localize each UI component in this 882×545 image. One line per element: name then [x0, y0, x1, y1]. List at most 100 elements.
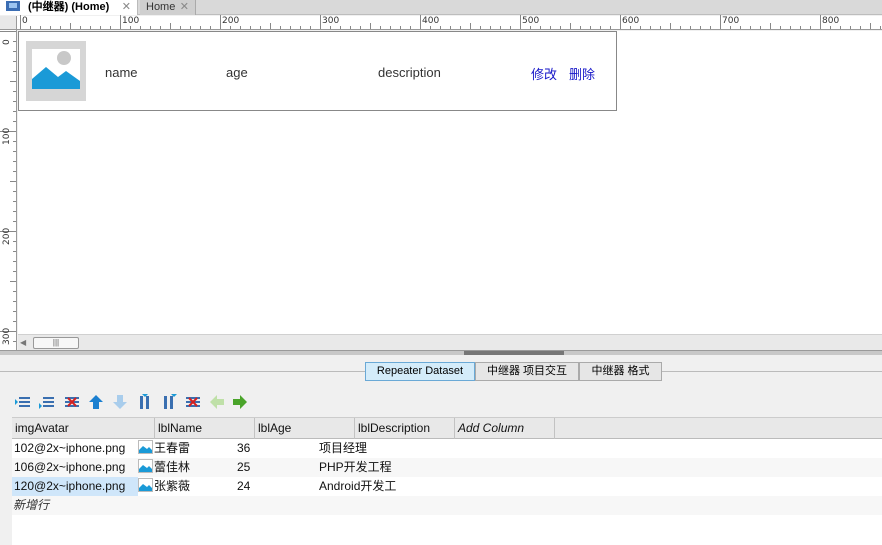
insert-row-icon[interactable] [15, 394, 31, 410]
cell-name[interactable]: 王春雷 [138, 439, 190, 458]
ruler-tick [640, 26, 641, 29]
ruler-tick [270, 23, 271, 29]
ruler-label: 0 [22, 16, 28, 26]
dataset-grid: imgAvatar lblName lblAge lblDescription … [12, 417, 882, 545]
ruler-tick [460, 26, 461, 29]
ruler-tick [370, 23, 371, 29]
ruler-tick [40, 26, 41, 29]
ruler-tick [13, 61, 16, 62]
ruler-tick [70, 23, 71, 29]
repeater-item[interactable]: name age description 修改 删除 [18, 31, 617, 111]
cell-description[interactable]: Android开发工 [319, 477, 396, 496]
delete-link[interactable]: 删除 [569, 64, 595, 83]
ruler-tick [430, 26, 431, 29]
ruler-label: 100 [122, 16, 140, 26]
append-row-icon[interactable] [39, 394, 55, 410]
column-header-lblname[interactable]: lblName [155, 418, 255, 439]
image-icon [138, 440, 153, 454]
tab-repeater-style[interactable]: 中继器 格式 [579, 362, 662, 381]
tab-home[interactable]: Home ✕ [140, 0, 196, 15]
ruler-tick [10, 281, 16, 282]
tab-repeater-home[interactable]: (中继器) (Home) ✕ [0, 0, 138, 15]
ruler-tick [13, 101, 16, 102]
ruler-tick [150, 26, 151, 29]
ruler-tick [13, 151, 16, 152]
move-left-icon[interactable] [209, 394, 225, 410]
label-description: description [378, 65, 441, 80]
ruler-tick [260, 26, 261, 29]
cell-description[interactable]: 项目经理 [319, 439, 367, 458]
ruler-tick [620, 15, 621, 29]
cell-description[interactable]: PHP开发工程 [319, 458, 392, 477]
ruler-tick [13, 111, 16, 112]
ruler-tick [13, 51, 16, 52]
ruler-tick [13, 91, 16, 92]
ruler-tick [250, 26, 251, 29]
tab-repeater-dataset[interactable]: Repeater Dataset [365, 362, 475, 381]
ruler-tick [320, 15, 321, 29]
close-icon[interactable]: ✕ [180, 0, 189, 15]
column-header-lblage[interactable]: lblAge [255, 418, 355, 439]
ruler-tick [50, 26, 51, 29]
move-down-icon[interactable] [112, 394, 128, 410]
ruler-tick [500, 26, 501, 29]
ruler-tick [800, 26, 801, 29]
column-header-imgavatar[interactable]: imgAvatar [12, 418, 155, 439]
cell-img[interactable]: 102@2x~iphone.png [14, 439, 125, 458]
cell-img[interactable]: 106@2x~iphone.png [14, 458, 125, 477]
ruler-tick [570, 23, 571, 29]
ruler-tick [490, 26, 491, 29]
delete-row-icon[interactable] [64, 394, 80, 410]
canvas-horizontal-scrollbar[interactable]: ◀ ||| [18, 334, 882, 350]
ruler-tick [870, 23, 871, 29]
ruler-tick [310, 26, 311, 29]
ruler-tick [13, 321, 16, 322]
ruler-corner [0, 16, 17, 30]
cell-age[interactable]: 36 [237, 439, 250, 458]
ruler-label: 800 [822, 16, 840, 26]
ruler-tick [220, 15, 221, 29]
tab-label: Home [146, 1, 176, 13]
add-column-button[interactable]: Add Column [455, 418, 555, 439]
move-up-icon[interactable] [88, 394, 104, 410]
ruler-label: 100 [2, 127, 12, 145]
ruler-tick [650, 26, 651, 29]
cell-age[interactable]: 24 [237, 477, 250, 496]
insert-column-icon[interactable] [137, 394, 153, 410]
ruler-tick [13, 161, 16, 162]
table-row[interactable]: 120@2x~iphone.png 张紫薇 24 Android开发工 [12, 477, 882, 496]
table-row[interactable]: 106@2x~iphone.png 蕾佳林 25 PHP开发工程 [12, 458, 882, 477]
new-row[interactable]: 新增行 [12, 496, 882, 515]
close-icon[interactable]: ✕ [122, 0, 131, 15]
horizontal-ruler: 0 100 200 300 400 500 600 700 800 [17, 15, 882, 30]
tab-repeater-interaction[interactable]: 中继器 项目交互 [475, 362, 579, 381]
append-column-icon[interactable] [161, 394, 177, 410]
move-right-icon[interactable] [232, 394, 248, 410]
ruler-label: 0 [2, 39, 12, 45]
cell-name[interactable]: 蕾佳林 [138, 458, 190, 477]
ruler-tick [300, 26, 301, 29]
scroll-left-icon[interactable]: ◀ [20, 338, 26, 347]
ruler-tick [13, 41, 16, 42]
avatar-image-placeholder[interactable] [26, 41, 86, 101]
new-row-label[interactable]: 新增行 [13, 496, 49, 515]
ruler-tick [340, 26, 341, 29]
delete-column-icon[interactable] [185, 394, 201, 410]
cell-img-selected[interactable]: 120@2x~iphone.png [12, 477, 138, 496]
table-row[interactable]: 102@2x~iphone.png 王春雷 36 项目经理 [12, 439, 882, 458]
cell-age[interactable]: 25 [237, 458, 250, 477]
scroll-thumb[interactable]: ||| [33, 337, 79, 349]
design-canvas[interactable]: name age description 修改 删除 [18, 31, 882, 334]
ruler-tick [790, 26, 791, 29]
ruler-tick [840, 26, 841, 29]
ruler-tick [470, 23, 471, 29]
ruler-tick [13, 241, 16, 242]
ruler-tick [360, 26, 361, 29]
column-header-lbldescription[interactable]: lblDescription [355, 418, 455, 439]
document-tab-strip: (中继器) (Home) ✕ Home ✕ [0, 0, 882, 15]
ruler-tick [440, 26, 441, 29]
edit-link[interactable]: 修改 [531, 64, 557, 83]
ruler-tick [380, 26, 381, 29]
ruler-tick [770, 23, 771, 29]
cell-name[interactable]: 张紫薇 [138, 477, 190, 496]
